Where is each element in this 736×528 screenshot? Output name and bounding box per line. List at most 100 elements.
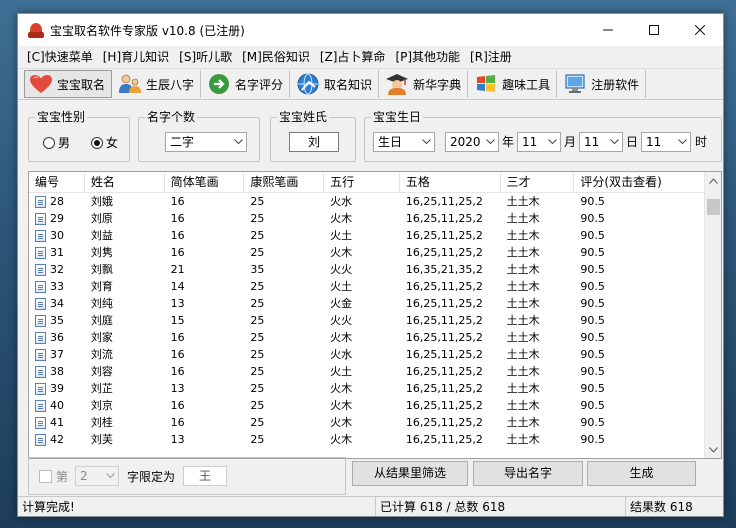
filter-results-button[interactable]: 从结果里筛选: [352, 461, 468, 486]
cell-score: 90.5: [580, 263, 605, 276]
main-window: 宝宝取名软件专家版 v10.8 (已注册) [C]快速菜单 [H]育儿知识 [S…: [17, 13, 724, 517]
column-header-five-elements[interactable]: 五行: [324, 172, 400, 193]
menu-songs[interactable]: [S]听儿歌: [174, 46, 237, 68]
filter-position-checkbox[interactable]: [39, 470, 52, 483]
column-header-kangxi-strokes[interactable]: 康熙笔画: [244, 172, 325, 193]
day-unit: 日: [626, 135, 639, 149]
cell-name: 刘原: [90, 212, 113, 225]
month-select[interactable]: 11: [517, 132, 561, 152]
cell-five-grids: 16,25,11,25,2: [405, 399, 483, 412]
day-select[interactable]: 11: [579, 132, 623, 152]
table-row[interactable]: 41 刘桂 16 25 火木 16,25,11,25,2 土土木 90.5: [29, 414, 704, 431]
year-select[interactable]: 2020: [445, 132, 499, 152]
filter-position-select[interactable]: 2: [75, 466, 119, 486]
maximize-icon: [649, 25, 659, 35]
toolbar-naming-knowledge-button[interactable]: 取名知识: [292, 70, 380, 98]
cell-name: 刘庭: [90, 314, 113, 327]
birthday-group-title: 宝宝生日: [371, 110, 424, 124]
scroll-down-icon[interactable]: [705, 441, 721, 458]
toolbar-register-button[interactable]: 注册软件: [559, 70, 647, 98]
column-header-three-talents[interactable]: 三才: [501, 172, 575, 193]
cell-score: 90.5: [580, 365, 605, 378]
scroll-thumb[interactable]: [707, 199, 720, 215]
menu-parenting[interactable]: [H]育儿知识: [98, 46, 174, 68]
cell-number: 39: [29, 380, 85, 397]
table-row[interactable]: 32 刘飘 21 35 火火 16,35,21,35,2 土土木 90.5: [29, 261, 704, 278]
cell-score: 90.5: [580, 212, 605, 225]
surname-input[interactable]: 刘: [289, 132, 339, 152]
table-row[interactable]: 30 刘益 16 25 火土 16,25,11,25,2 土土木 90.5: [29, 227, 704, 244]
cell-simplified-strokes: 16: [170, 331, 185, 344]
table-row[interactable]: 28 刘娥 16 25 火水 16,25,11,25,2 土土木 90.5: [29, 193, 704, 210]
menu-register[interactable]: [R]注册: [465, 46, 517, 68]
cell-name: 刘京: [90, 399, 113, 412]
name-count-select[interactable]: 二字: [165, 132, 247, 152]
document-icon: [35, 433, 46, 446]
scroll-up-icon[interactable]: [705, 172, 721, 189]
cell-name: 刘芷: [90, 382, 113, 395]
table-row[interactable]: 31 刘隽 16 25 火木 16,25,11,25,2 土土木 90.5: [29, 244, 704, 261]
table-row[interactable]: 37 刘流 16 25 火水 16,25,11,25,2 土土木 90.5: [29, 346, 704, 363]
filter-char-input[interactable]: 王: [183, 466, 227, 486]
maximize-button[interactable]: [631, 14, 677, 46]
results-table[interactable]: 编号 姓名 简体笔画 康熙笔画 五行 五格 三才 评分(双击查看) 28 刘娥 16…: [28, 171, 722, 459]
name-count-group-title: 名字个数: [145, 110, 198, 124]
minimize-button[interactable]: [585, 14, 631, 46]
column-header-simplified-strokes[interactable]: 简体笔画: [165, 172, 245, 193]
table-row[interactable]: 36 刘家 16 25 火木 16,25,11,25,2 土土木 90.5: [29, 329, 704, 346]
toolbar-birth-chart-button[interactable]: 生辰八字: [114, 70, 202, 98]
cell-number: 34: [29, 295, 85, 312]
cell-simplified-strokes: 15: [170, 314, 185, 327]
table-row[interactable]: 42 刘芙 13 25 火木 16,25,11,25,2 土土木 90.5: [29, 431, 704, 448]
cell-five-elements: 火土: [330, 365, 353, 378]
year-unit: 年: [502, 135, 515, 149]
menu-divination[interactable]: [Z]占卜算命: [315, 46, 391, 68]
cell-five-grids: 16,25,11,25,2: [405, 297, 483, 310]
people-icon: [118, 73, 142, 95]
gender-group: 宝宝性别 男 女: [28, 110, 130, 162]
cell-number: 36: [29, 329, 85, 346]
cell-five-grids: 16,25,11,25,2: [405, 195, 483, 208]
table-row[interactable]: 34 刘纯 13 25 火金 16,25,11,25,2 土土木 90.5: [29, 295, 704, 312]
export-names-button[interactable]: 导出名字: [473, 461, 583, 486]
close-button[interactable]: [677, 14, 723, 46]
name-count-value: 二字: [170, 135, 195, 149]
cell-kangxi-strokes: 25: [250, 416, 265, 429]
column-header-five-grids[interactable]: 五格: [400, 172, 501, 193]
cell-number-text: 35: [50, 314, 64, 327]
scholar-icon: [385, 73, 409, 95]
cell-number: 37: [29, 346, 85, 363]
cell-name: 刘流: [90, 348, 113, 361]
cell-kangxi-strokes: 25: [250, 348, 265, 361]
cell-three-talents: 土土木: [506, 399, 540, 412]
generate-button[interactable]: 生成: [587, 461, 696, 486]
table-row[interactable]: 35 刘庭 15 25 火火 16,25,11,25,2 土土木 90.5: [29, 312, 704, 329]
table-row[interactable]: 38 刘容 16 25 火土 16,25,11,25,2 土土木 90.5: [29, 363, 704, 380]
cell-number-text: 39: [50, 382, 64, 395]
radio-checked-icon: [91, 136, 103, 149]
toolbar-dictionary-button[interactable]: 新华字典: [381, 70, 469, 98]
toolbar-name-score-button[interactable]: 名字评分: [203, 70, 291, 98]
calendar-type-select[interactable]: 生日: [373, 132, 435, 152]
table-row[interactable]: 29 刘原 16 25 火木 16,25,11,25,2 土土木 90.5: [29, 210, 704, 227]
gender-female-radio[interactable]: 女: [91, 134, 118, 151]
column-header-score[interactable]: 评分(双击查看): [574, 172, 704, 193]
gender-male-radio[interactable]: 男: [43, 134, 70, 151]
toolbar-baby-naming-button[interactable]: 宝宝取名: [24, 70, 113, 98]
table-row[interactable]: 39 刘芷 13 25 火木 16,25,11,25,2 土土木 90.5: [29, 380, 704, 397]
table-row[interactable]: 33 刘育 14 25 火土 16,25,11,25,2 土土木 90.5: [29, 278, 704, 295]
toolbar-fun-tools-button[interactable]: 趣味工具: [470, 70, 558, 98]
cell-five-grids: 16,25,11,25,2: [405, 229, 483, 242]
hour-select[interactable]: 11: [641, 132, 691, 152]
table-row[interactable]: 40 刘京 16 25 火木 16,25,11,25,2 土土木 90.5: [29, 397, 704, 414]
menu-quick[interactable]: [C]快速菜单: [22, 46, 98, 68]
column-header-number[interactable]: 编号: [29, 172, 85, 193]
chevron-down-icon: [102, 467, 118, 485]
menu-folk[interactable]: [M]民俗知识: [237, 46, 315, 68]
month-value: 11: [522, 135, 538, 149]
vertical-scrollbar[interactable]: [704, 172, 721, 458]
column-header-name[interactable]: 姓名: [85, 172, 165, 193]
cell-five-grids: 16,25,11,25,2: [405, 212, 483, 225]
menu-other[interactable]: [P]其他功能: [390, 46, 465, 68]
cell-simplified-strokes: 16: [170, 229, 185, 242]
